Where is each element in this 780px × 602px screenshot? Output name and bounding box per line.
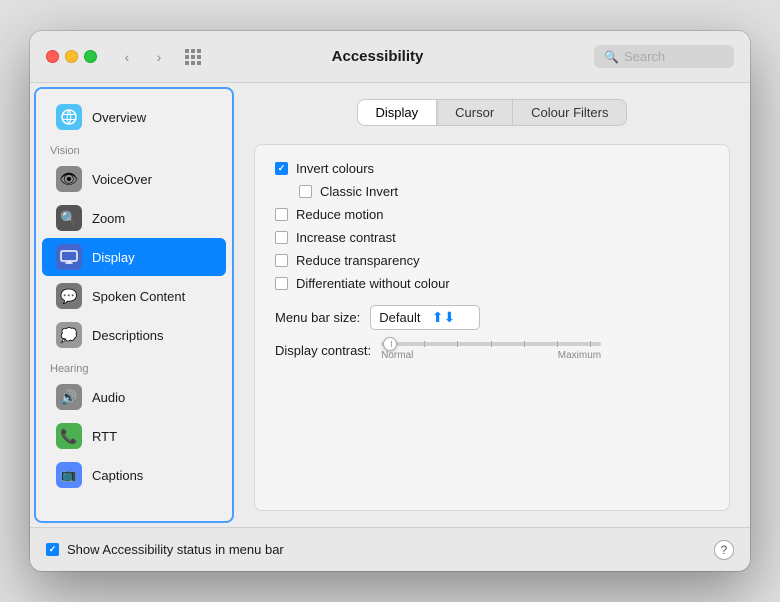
reduce-motion-checkbox[interactable] xyxy=(275,208,288,221)
increase-contrast-row: Increase contrast xyxy=(275,230,709,245)
display-contrast-row: Display contrast: xyxy=(275,340,709,363)
sidebar-item-label-overview: Overview xyxy=(92,110,146,125)
display-icon xyxy=(56,244,82,270)
apps-grid-icon[interactable] xyxy=(185,49,201,65)
search-input[interactable]: Search xyxy=(624,49,724,64)
reduce-motion-label: Reduce motion xyxy=(296,207,383,222)
classic-invert-row: Classic Invert xyxy=(275,184,709,199)
classic-invert-label: Classic Invert xyxy=(320,184,398,199)
zoom-icon: 🔍 xyxy=(56,205,82,231)
minimize-button[interactable] xyxy=(65,50,78,63)
increase-contrast-label: Increase contrast xyxy=(296,230,396,245)
sidebar-item-display[interactable]: Display xyxy=(42,238,226,276)
increase-contrast-checkbox[interactable] xyxy=(275,231,288,244)
reduce-transparency-checkbox[interactable] xyxy=(275,254,288,267)
reduce-transparency-row: Reduce transparency xyxy=(275,253,709,268)
contrast-slider-track xyxy=(381,342,601,346)
close-button[interactable] xyxy=(46,50,59,63)
invert-colours-label: Invert colours xyxy=(296,161,374,176)
sidebar-item-descriptions[interactable]: 💭 Descriptions xyxy=(42,316,226,354)
select-arrows-icon: ⬆⬇ xyxy=(432,309,455,326)
reduce-transparency-label: Reduce transparency xyxy=(296,253,420,268)
sidebar-item-overview[interactable]: Overview xyxy=(42,98,226,136)
overview-icon xyxy=(56,104,82,130)
menubar-size-value: Default xyxy=(379,310,420,325)
sidebar-section-vision: Vision xyxy=(36,137,232,159)
differentiate-label: Differentiate without colour xyxy=(296,276,450,291)
classic-invert-checkbox[interactable] xyxy=(299,185,312,198)
menubar-size-label: Menu bar size: xyxy=(275,310,360,325)
sidebar-item-audio[interactable]: 🔊 Audio xyxy=(42,378,226,416)
back-button[interactable]: ‹ xyxy=(113,46,141,68)
sidebar-item-captions[interactable]: 📺 Captions xyxy=(42,456,226,494)
descriptions-icon: 💭 xyxy=(56,322,82,348)
invert-colours-row: Invert colours xyxy=(275,161,709,176)
sidebar-item-rtt[interactable]: 📞 RTT xyxy=(42,417,226,455)
slider-max-label: Maximum xyxy=(558,350,601,361)
maximize-button[interactable] xyxy=(84,50,97,63)
help-button[interactable]: ? xyxy=(714,540,734,560)
main-window: ‹ › Accessibility 🔍 Search xyxy=(30,31,750,571)
rtt-icon: 📞 xyxy=(56,423,82,449)
search-bar[interactable]: 🔍 Search xyxy=(594,45,734,68)
sidebar-item-label-spoken: Spoken Content xyxy=(92,289,185,304)
traffic-lights xyxy=(46,50,97,63)
sidebar-item-spoken-content[interactable]: 💬 Spoken Content xyxy=(42,277,226,315)
sidebar-section-hearing: Hearing xyxy=(36,355,232,377)
invert-colours-checkbox[interactable] xyxy=(275,162,288,175)
settings-area: Invert colours Classic Invert Reduce mot… xyxy=(254,144,730,511)
sidebar-item-label-voiceover: VoiceOver xyxy=(92,172,152,187)
differentiate-checkbox[interactable] xyxy=(275,277,288,290)
sidebar-item-label-captions: Captions xyxy=(92,468,143,483)
tab-cursor[interactable]: Cursor xyxy=(437,100,513,125)
forward-button[interactable]: › xyxy=(145,46,173,68)
titlebar: ‹ › Accessibility 🔍 Search xyxy=(30,31,750,83)
sidebar-item-zoom[interactable]: 🔍 Zoom xyxy=(42,199,226,237)
tab-group: Display Cursor Colour Filters xyxy=(357,99,628,126)
tab-display[interactable]: Display xyxy=(358,100,438,125)
sidebar-item-label-rtt: RTT xyxy=(92,429,117,444)
display-contrast-label: Display contrast: xyxy=(275,343,371,358)
menubar-size-select[interactable]: Default ⬆⬇ xyxy=(370,305,480,330)
content-area: Overview Vision 👁 VoiceOver 🔍 Zoom xyxy=(30,83,750,527)
sidebar-item-label-descriptions: Descriptions xyxy=(92,328,164,343)
menubar-size-row: Menu bar size: Default ⬆⬇ xyxy=(275,305,709,330)
sidebar-item-label-zoom: Zoom xyxy=(92,211,125,226)
differentiate-row: Differentiate without colour xyxy=(275,276,709,291)
status-menubar-checkbox[interactable] xyxy=(46,543,59,556)
contrast-label-row: Display contrast: xyxy=(275,340,709,361)
sidebar-item-label-display: Display xyxy=(92,250,135,265)
tab-colour-filters[interactable]: Colour Filters xyxy=(513,100,626,125)
captions-icon: 📺 xyxy=(56,462,82,488)
voiceover-icon: 👁 xyxy=(56,166,82,192)
slider-range-labels: Normal Maximum xyxy=(381,350,601,361)
tabs-container: Display Cursor Colour Filters xyxy=(254,99,730,126)
sidebar-item-label-audio: Audio xyxy=(92,390,125,405)
slider-min-label: Normal xyxy=(381,350,413,361)
spoken-content-icon: 💬 xyxy=(56,283,82,309)
status-menubar-label: Show Accessibility status in menu bar xyxy=(67,542,284,557)
reduce-motion-row: Reduce motion xyxy=(275,207,709,222)
bottom-bar: Show Accessibility status in menu bar ? xyxy=(30,527,750,571)
audio-icon: 🔊 xyxy=(56,384,82,410)
sidebar-item-voiceover[interactable]: 👁 VoiceOver xyxy=(42,160,226,198)
window-title: Accessibility xyxy=(209,48,546,65)
sidebar: Overview Vision 👁 VoiceOver 🔍 Zoom xyxy=(34,87,234,523)
search-icon: 🔍 xyxy=(604,50,619,64)
main-panel: Display Cursor Colour Filters Invert col… xyxy=(234,83,750,527)
nav-buttons: ‹ › xyxy=(113,46,173,68)
bottom-checkbox-area: Show Accessibility status in menu bar xyxy=(46,542,714,557)
